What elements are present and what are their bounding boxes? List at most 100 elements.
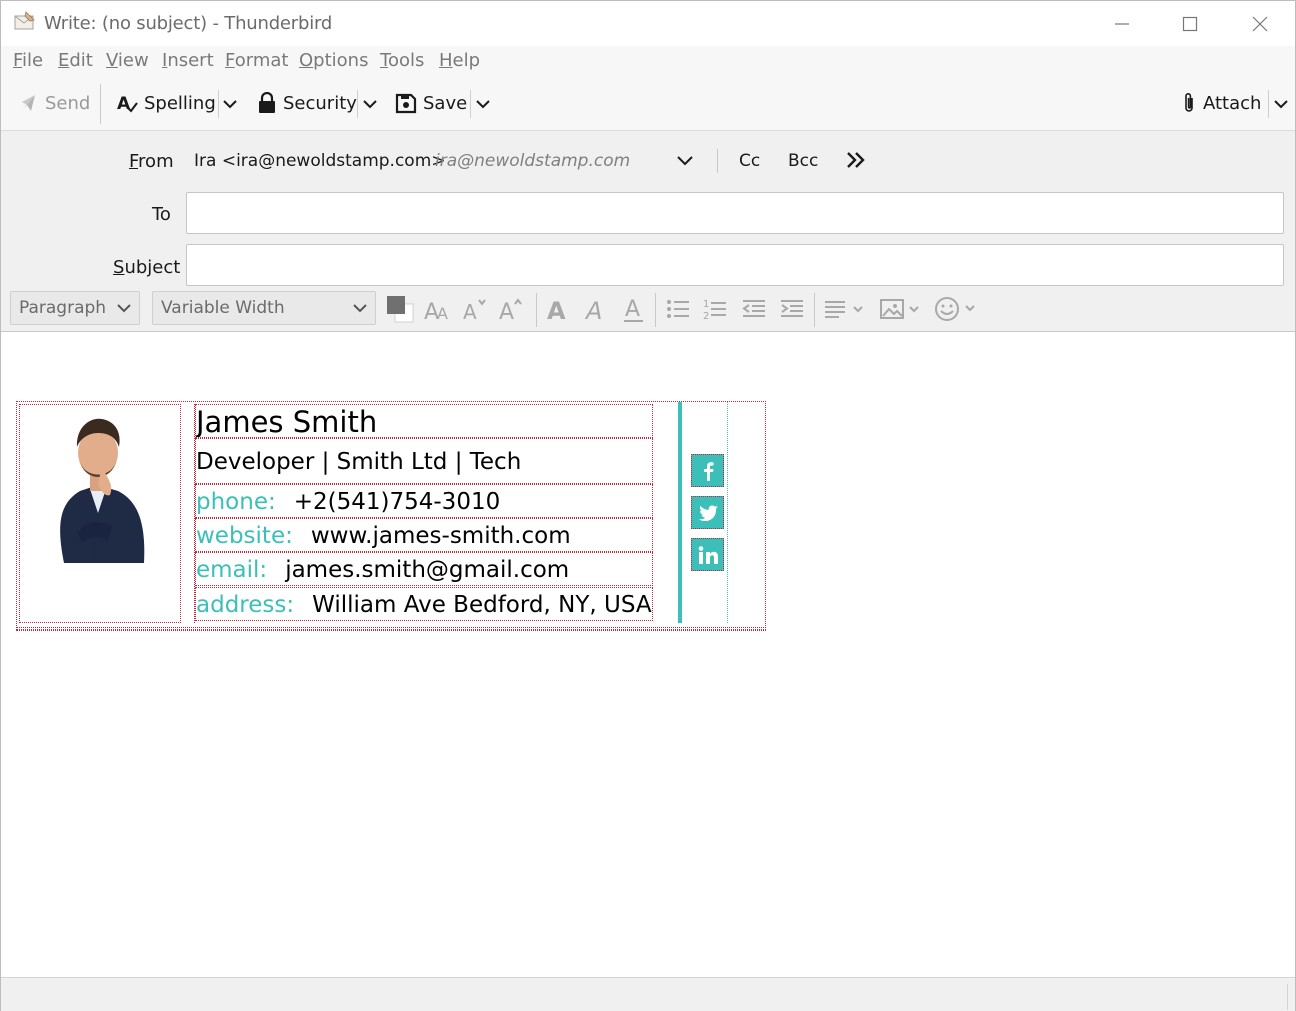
compose-app-icon bbox=[13, 10, 37, 32]
numbered-list-button[interactable]: 12 bbox=[701, 295, 729, 323]
bold-button[interactable]: A bbox=[544, 295, 572, 323]
maximize-button[interactable] bbox=[1160, 1, 1220, 46]
toolbar-separator bbox=[470, 90, 471, 118]
bullet-list-icon bbox=[667, 300, 689, 318]
signature-photo-cell bbox=[19, 404, 181, 623]
cc-button[interactable]: Cc bbox=[739, 151, 760, 171]
close-button[interactable] bbox=[1230, 1, 1290, 46]
email-key: email: bbox=[196, 557, 268, 583]
more-recipients-button[interactable] bbox=[845, 149, 867, 171]
spelling-icon: A bbox=[117, 94, 138, 114]
italic-button[interactable]: A bbox=[582, 295, 610, 323]
font-size-up-icon: A bbox=[499, 298, 522, 322]
security-dropdown-button[interactable] bbox=[359, 90, 381, 118]
menu-edit[interactable]: Edit bbox=[58, 50, 93, 71]
security-label: Security bbox=[283, 92, 357, 114]
twitter-link[interactable] bbox=[691, 496, 724, 529]
subject-label-text: ubject bbox=[124, 257, 181, 278]
insert-image-button[interactable] bbox=[879, 295, 923, 323]
compose-toolbar: Send A Spelling Security Save Attach bbox=[1, 76, 1295, 130]
from-identity: ira@newoldstamp.com bbox=[435, 151, 631, 171]
double-chevron-right-icon bbox=[847, 152, 865, 168]
address-value: William Ave Bedford, NY, USA bbox=[312, 592, 652, 618]
website-value[interactable]: www.james-smith.com bbox=[311, 523, 571, 549]
send-button[interactable]: Send bbox=[19, 86, 90, 120]
linkedin-icon bbox=[698, 545, 718, 564]
resize-grip[interactable] bbox=[1287, 984, 1295, 1010]
save-icon bbox=[395, 93, 417, 114]
format-separator bbox=[655, 293, 656, 327]
send-label: Send bbox=[45, 92, 91, 114]
window-title: Write: (no subject) - Thunderbird bbox=[44, 13, 333, 34]
svg-text:2: 2 bbox=[703, 311, 709, 321]
align-button[interactable] bbox=[823, 295, 867, 323]
menu-file[interactable]: File bbox=[13, 50, 43, 71]
toolbar-separator bbox=[357, 90, 358, 118]
chevron-down-icon bbox=[353, 304, 367, 313]
from-address[interactable]: Ira <ira@newoldstamp.com> bbox=[194, 151, 446, 171]
indent-button[interactable] bbox=[778, 295, 806, 323]
website-key: website: bbox=[196, 523, 293, 549]
menu-options[interactable]: Options bbox=[299, 50, 368, 71]
email-value[interactable]: james.smith@gmail.com bbox=[285, 557, 569, 583]
save-dropdown-button[interactable] bbox=[472, 90, 494, 118]
compose-window: Write: (no subject) - Thunderbird File E… bbox=[0, 0, 1296, 1011]
save-label: Save bbox=[423, 92, 468, 114]
font-size-down-icon: A bbox=[463, 299, 486, 322]
bcc-button[interactable]: Bcc bbox=[788, 151, 818, 171]
image-icon bbox=[880, 299, 919, 319]
menu-insert[interactable]: Insert bbox=[162, 50, 214, 71]
from-dropdown-button[interactable] bbox=[675, 151, 695, 171]
menu-view[interactable]: View bbox=[106, 50, 149, 71]
signature-address-row: address: William Ave Bedford, NY, USA bbox=[195, 587, 653, 621]
facebook-link[interactable] bbox=[691, 454, 724, 487]
signature-website-row: website: www.james-smith.com bbox=[195, 518, 653, 552]
larger-text-button[interactable]: A bbox=[498, 295, 526, 323]
paragraph-format-select[interactable]: Paragraph bbox=[10, 291, 140, 325]
menu-help[interactable]: Help bbox=[439, 50, 480, 71]
font-value: Variable Width bbox=[161, 298, 285, 318]
chevron-down-icon bbox=[223, 100, 237, 109]
spelling-dropdown-button[interactable] bbox=[219, 90, 241, 118]
menu-format[interactable]: Format bbox=[225, 50, 288, 71]
outdent-icon bbox=[742, 300, 765, 317]
title-bar: Write: (no subject) - Thunderbird bbox=[1, 1, 1295, 46]
attach-dropdown-button[interactable] bbox=[1270, 90, 1292, 118]
address-key: address: bbox=[196, 592, 295, 618]
message-body-editor[interactable]: James Smith Developer | Smith Ltd | Tech… bbox=[1, 331, 1295, 977]
format-toolbar: Paragraph Variable Width AA A A A A A 1 … bbox=[1, 289, 1295, 331]
spelling-button[interactable]: A Spelling bbox=[116, 86, 216, 120]
underline-button[interactable]: A bbox=[620, 295, 648, 323]
message-header: From Ira <ira@newoldstamp.com> ira@newol… bbox=[1, 130, 1295, 331]
signature-name: James Smith bbox=[195, 404, 653, 438]
from-separator bbox=[717, 149, 718, 173]
lock-icon bbox=[259, 92, 275, 113]
menu-tools[interactable]: Tools bbox=[380, 50, 424, 71]
font-select[interactable]: Variable Width bbox=[152, 291, 376, 325]
save-button[interactable]: Save bbox=[395, 86, 467, 120]
bullet-list-button[interactable] bbox=[664, 295, 692, 323]
format-separator bbox=[536, 293, 537, 327]
email-signature: James Smith Developer | Smith Ltd | Tech… bbox=[16, 401, 766, 630]
profile-photo bbox=[60, 418, 145, 563]
smiley-icon bbox=[935, 297, 975, 321]
insert-emoji-button[interactable] bbox=[934, 295, 978, 323]
text-color-button[interactable] bbox=[384, 295, 416, 323]
bold-icon: A bbox=[547, 297, 566, 322]
svg-text:A: A bbox=[499, 300, 514, 322]
underline-icon: A bbox=[624, 297, 643, 322]
phone-key: phone: bbox=[196, 489, 276, 515]
attach-button[interactable]: Attach bbox=[1181, 86, 1261, 120]
smaller-text-button[interactable]: A bbox=[462, 295, 490, 323]
subject-field[interactable] bbox=[186, 244, 1284, 286]
to-field[interactable] bbox=[186, 192, 1284, 234]
signature-role: Developer | Smith Ltd | Tech bbox=[195, 438, 653, 484]
minimize-button[interactable] bbox=[1092, 1, 1152, 46]
status-bar bbox=[1, 977, 1295, 1011]
security-button[interactable]: Security bbox=[257, 86, 357, 120]
outdent-button[interactable] bbox=[740, 295, 768, 323]
svg-text:A: A bbox=[625, 297, 640, 322]
linkedin-link[interactable] bbox=[691, 538, 724, 571]
svg-text:A: A bbox=[463, 300, 477, 322]
decrease-font-size-button[interactable]: AA bbox=[424, 295, 452, 323]
